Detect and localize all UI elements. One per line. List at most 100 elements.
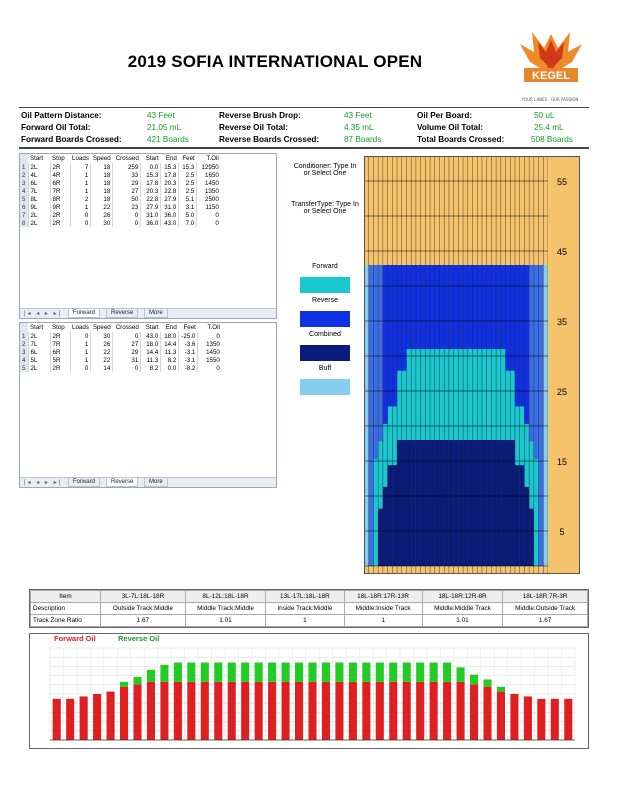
- table-cell[interactable]: 36.0: [160, 211, 179, 219]
- table-cell[interactable]: 1350: [197, 340, 222, 348]
- table-cell[interactable]: 5R: [49, 356, 70, 364]
- table-cell[interactable]: 1450: [197, 348, 222, 356]
- table-cell[interactable]: 0: [112, 211, 141, 219]
- table-row[interactable]: 5 8L 8R 2 18 50 22.8 27.9 5.1 2500: [20, 195, 221, 203]
- column-header[interactable]: Loads: [70, 323, 91, 332]
- table-cell[interactable]: 15.3: [140, 171, 161, 179]
- table-cell[interactable]: 1650: [196, 171, 221, 179]
- table-cell[interactable]: 1450: [196, 179, 221, 187]
- table-cell[interactable]: 1: [69, 187, 91, 195]
- column-header[interactable]: Speed: [90, 323, 113, 332]
- table-cell[interactable]: 5.0: [178, 211, 197, 219]
- column-header[interactable]: Start: [140, 323, 161, 332]
- table-cell[interactable]: 23: [112, 203, 141, 211]
- table-cell[interactable]: 4R: [49, 171, 70, 179]
- column-header[interactable]: Start: [28, 154, 50, 163]
- table-row[interactable]: 2 4L 4R 1 18 33 15.3 17.8 2.5 1650: [20, 171, 221, 179]
- table-cell[interactable]: 259: [112, 163, 141, 171]
- table-cell[interactable]: 2R: [49, 219, 70, 227]
- table-cell[interactable]: 26: [90, 340, 113, 348]
- table-cell[interactable]: 31.0: [140, 211, 161, 219]
- column-header[interactable]: Start: [28, 323, 50, 332]
- table-cell[interactable]: 0.0: [140, 163, 161, 171]
- table-row[interactable]: 2 7L 7R 1 26 27 18.0 14.4 -3.6 1350: [20, 340, 222, 348]
- table-cell[interactable]: 0: [112, 332, 141, 340]
- table-cell[interactable]: 26: [90, 211, 113, 219]
- table-cell[interactable]: 6L: [27, 179, 50, 187]
- column-header[interactable]: Loads: [70, 154, 91, 163]
- column-header[interactable]: Speed: [90, 154, 113, 163]
- table-cell[interactable]: 36.0: [140, 219, 161, 227]
- column-header[interactable]: Crossed: [112, 323, 141, 332]
- table-cell[interactable]: -3.1: [178, 356, 198, 364]
- table-row[interactable]: 4 5L 5R 1 22 31 11.3 8.2 -3.1 1550: [20, 356, 222, 364]
- sheet-nav-arrows-icon[interactable]: |◂ ◂ ▸ ▸|: [24, 479, 62, 486]
- table-cell[interactable]: 27: [112, 187, 141, 195]
- table-cell[interactable]: 31.0: [160, 203, 179, 211]
- table-cell[interactable]: 6L: [27, 348, 50, 356]
- table-cell[interactable]: 31: [112, 356, 141, 364]
- table-cell[interactable]: 7R: [49, 187, 70, 195]
- table-cell[interactable]: 0: [69, 332, 91, 340]
- table-cell[interactable]: 27: [112, 340, 141, 348]
- table-cell[interactable]: 7L: [27, 187, 50, 195]
- table-cell[interactable]: 7R: [49, 340, 70, 348]
- table-cell[interactable]: 2R: [49, 332, 70, 340]
- table-cell[interactable]: 18: [90, 163, 113, 171]
- table-cell[interactable]: 14.4: [140, 348, 161, 356]
- table-cell[interactable]: 33: [112, 171, 141, 179]
- table-cell[interactable]: 20.3: [160, 179, 179, 187]
- forward-loads-grid[interactable]: Start Stop Loads Speed Crossed Start End Feet T.…: [19, 153, 277, 319]
- column-header[interactable]: Stop: [50, 323, 70, 332]
- table-cell[interactable]: 0: [69, 364, 91, 372]
- table-cell[interactable]: 18: [90, 187, 113, 195]
- table-cell[interactable]: 2L: [27, 163, 50, 171]
- table-row[interactable]: 3 6L 6R 1 18 29 17.8 20.3 2.5 1450: [20, 179, 221, 187]
- column-header[interactable]: Crossed: [112, 154, 141, 163]
- tab-more[interactable]: More: [144, 309, 168, 318]
- tab-reverse[interactable]: Reverse: [106, 309, 139, 318]
- table-cell[interactable]: 8R: [49, 195, 70, 203]
- table-cell[interactable]: 0: [196, 211, 221, 219]
- table-cell[interactable]: 15.3: [160, 163, 179, 171]
- table-cell[interactable]: 2R: [49, 163, 70, 171]
- table-cell[interactable]: 12950: [196, 163, 221, 171]
- table-cell[interactable]: 2L: [27, 211, 50, 219]
- table-cell[interactable]: 5.1: [178, 195, 197, 203]
- column-header[interactable]: Stop: [50, 154, 70, 163]
- table-row[interactable]: 3 6L 6R 1 22 29 14.4 11.3 -3.1 1450: [20, 348, 222, 356]
- table-cell[interactable]: 29: [112, 348, 141, 356]
- table-row[interactable]: 1 2L 2R 7 18 259 0.0 15.3 15.3 12950: [20, 163, 221, 171]
- table-cell[interactable]: 8.2: [140, 364, 161, 372]
- table-cell[interactable]: 22: [90, 348, 113, 356]
- table-cell[interactable]: 22.8: [140, 195, 161, 203]
- conditioner-select[interactable]: Conditioner: Type In or Select One: [290, 163, 360, 177]
- column-header[interactable]: T.Oil: [196, 154, 221, 163]
- table-cell[interactable]: 50: [112, 195, 141, 203]
- table-cell[interactable]: 11.3: [160, 348, 179, 356]
- table-cell[interactable]: 6R: [49, 348, 70, 356]
- table-cell[interactable]: 0: [196, 219, 221, 227]
- table-cell[interactable]: 0: [112, 219, 141, 227]
- table-cell[interactable]: 2.5: [178, 187, 197, 195]
- table-row[interactable]: 6 9L 9R 1 22 23 27.9 31.0 3.1 1150: [20, 203, 221, 211]
- table-cell[interactable]: 1: [69, 340, 91, 348]
- table-cell[interactable]: 15.3: [178, 163, 197, 171]
- table-cell[interactable]: 22: [90, 356, 113, 364]
- table-cell[interactable]: 2L: [27, 364, 50, 372]
- sheet-nav-arrows-icon[interactable]: |◂ ◂ ▸ ▸|: [24, 310, 62, 317]
- table-cell[interactable]: 18: [90, 171, 113, 179]
- table-cell[interactable]: 22.8: [160, 187, 179, 195]
- table-row[interactable]: 7 2L 2R 0 26 0 31.0 36.0 5.0 0: [20, 211, 221, 219]
- table-cell[interactable]: 1: [69, 348, 91, 356]
- tab-forward[interactable]: Forward: [68, 478, 101, 487]
- table-cell[interactable]: 0: [112, 364, 141, 372]
- table-cell[interactable]: 18: [90, 195, 113, 203]
- column-header[interactable]: Feet: [178, 323, 198, 332]
- table-cell[interactable]: 2: [69, 195, 91, 203]
- table-cell[interactable]: 17.8: [140, 179, 161, 187]
- table-cell[interactable]: 14: [90, 364, 113, 372]
- table-cell[interactable]: 9R: [49, 203, 70, 211]
- table-cell[interactable]: 30: [90, 219, 113, 227]
- table-cell[interactable]: 0: [69, 219, 91, 227]
